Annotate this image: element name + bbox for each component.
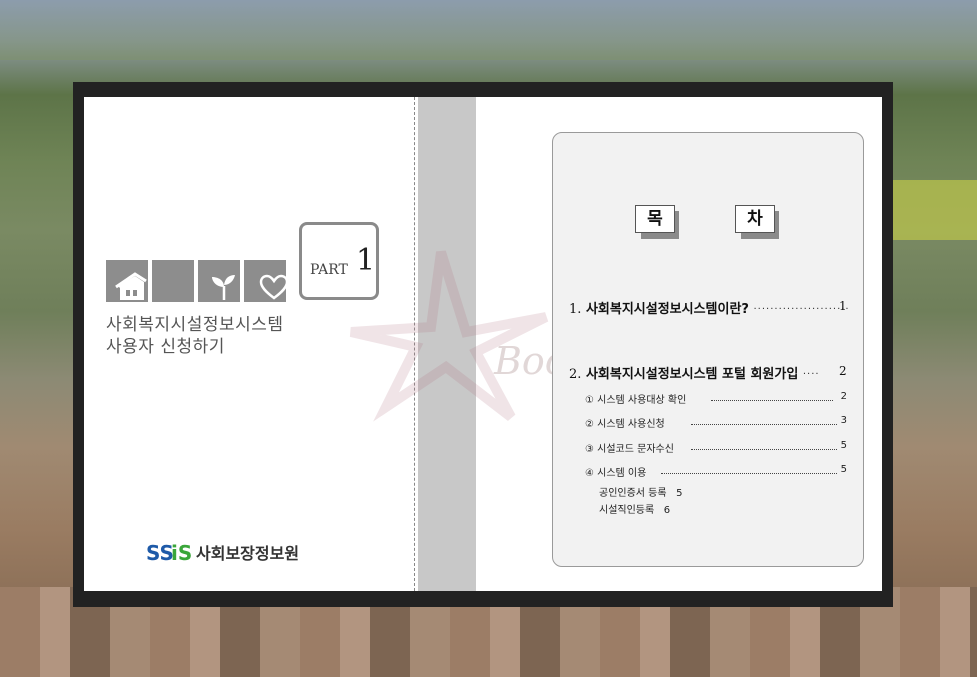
page-title-line2: 사용자 신청하기 xyxy=(106,337,225,357)
toc-section-page: 1 xyxy=(839,299,847,313)
house-icon xyxy=(106,260,148,302)
sprout-icon xyxy=(198,260,240,302)
organization-logo: SS iS 사회보장정보원 xyxy=(146,539,299,569)
document-spread: PART 1 사회복지시설정보시스템 사용자 신청하기 SS iS 사회보장정보… xyxy=(84,97,882,591)
part-label: PART xyxy=(310,262,348,278)
organization-name: 사회보장정보원 xyxy=(196,544,300,563)
toc-subitem: ④ 시스템 이용 5 xyxy=(585,464,847,479)
toc-heading-char-2: 차 xyxy=(735,205,779,239)
blank-tile xyxy=(152,260,194,302)
toc-section-2: 2. 사회복지시설정보시스템 포털 회원가입 ···· 2 xyxy=(569,364,847,382)
icon-tile-row xyxy=(106,260,286,302)
toc-plain-item: 시설직인등록 6 xyxy=(599,505,671,516)
background-hills xyxy=(0,0,977,60)
toc-heading-char-1: 목 xyxy=(635,205,679,239)
toc-subitem: ③ 시설코드 문자수신 5 xyxy=(585,440,847,455)
ssis-logo-icon: SS iS xyxy=(146,541,192,565)
toc-subitem: ② 시스템 사용신청 3 xyxy=(585,415,847,430)
heart-icon xyxy=(244,260,286,302)
svg-text:SS: SS xyxy=(146,541,174,565)
toc-subitem: ① 시스템 사용대상 확인 2 xyxy=(585,391,847,406)
background-foliage xyxy=(887,180,977,240)
svg-text:iS: iS xyxy=(171,541,192,565)
table-of-contents: 목 차 1. 사회복지시설정보시스템이란? ··················… xyxy=(552,132,864,567)
toc-section-1: 1. 사회복지시설정보시스템이란? ······················… xyxy=(569,299,850,317)
toc-section-page: 2 xyxy=(839,364,847,378)
toc-plain-item: 공인인증서 등록 5 xyxy=(599,488,683,499)
